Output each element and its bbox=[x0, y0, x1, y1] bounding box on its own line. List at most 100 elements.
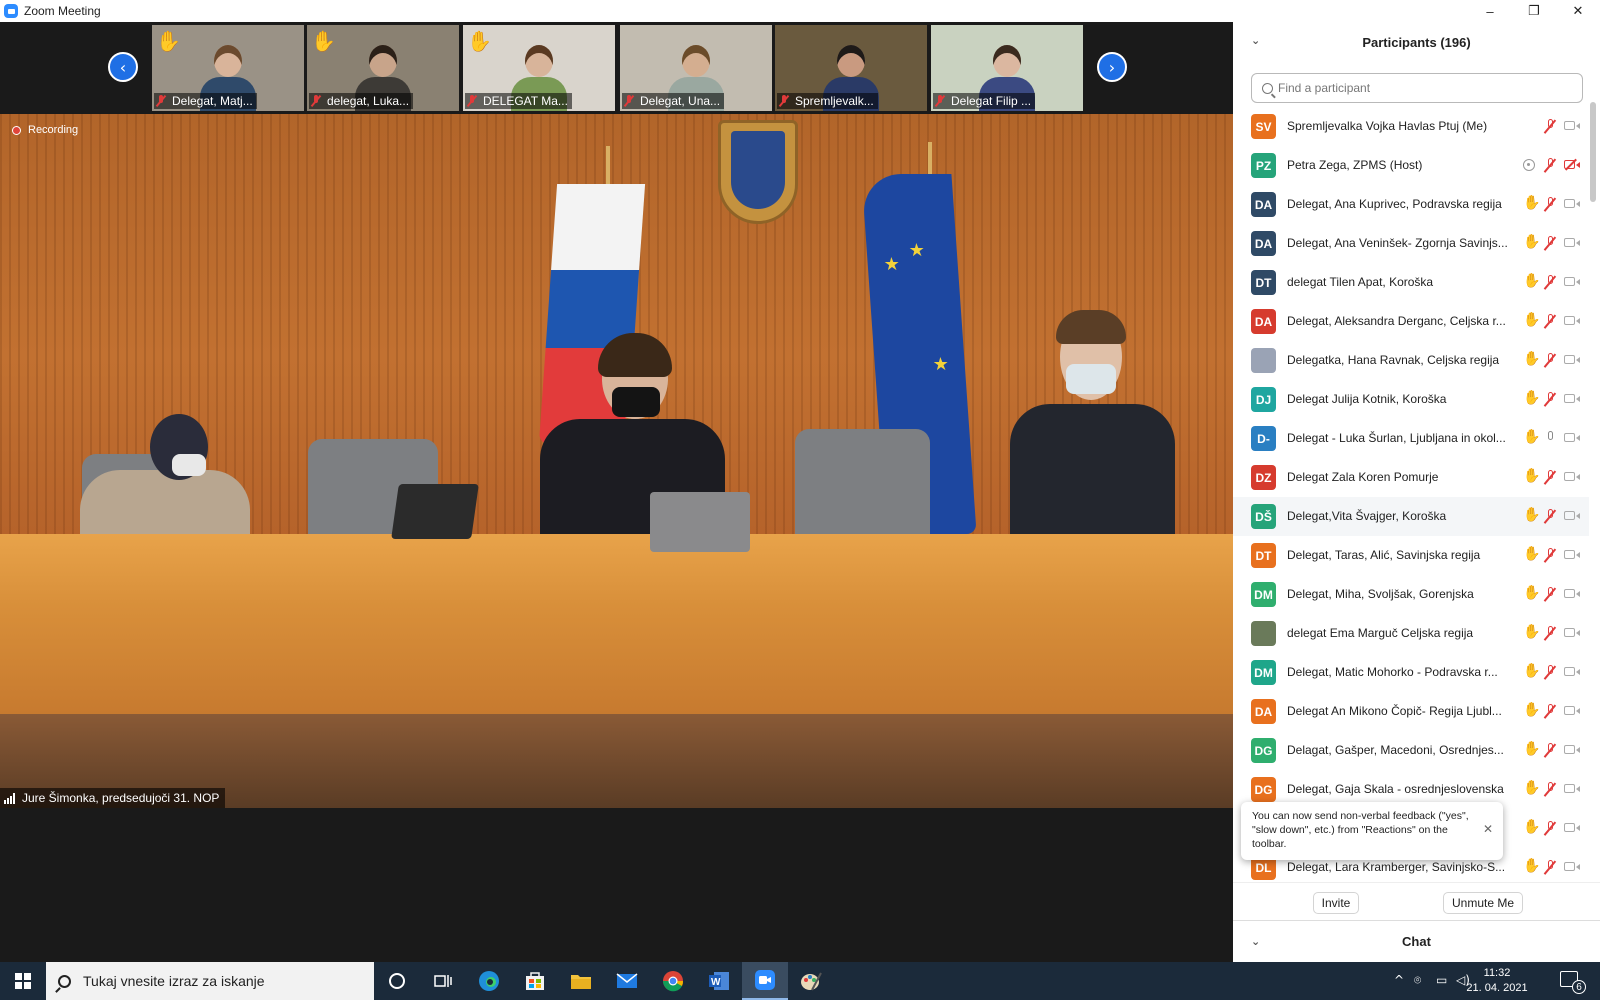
mic-muted-icon[interactable] bbox=[1545, 626, 1555, 641]
microphone-icon[interactable] bbox=[1545, 431, 1555, 446]
mic-muted-icon[interactable] bbox=[1545, 548, 1555, 563]
participant-row[interactable]: PZ Petra Zega, ZPMS (Host) bbox=[1233, 146, 1589, 185]
cortana-icon[interactable] bbox=[374, 962, 420, 1000]
chevron-down-icon[interactable]: ⌄ bbox=[1251, 935, 1260, 948]
camera-icon[interactable] bbox=[1564, 238, 1580, 247]
camera-icon[interactable] bbox=[1564, 277, 1580, 286]
participant-thumbnail[interactable]: ✋ Delegat, Matj... bbox=[152, 25, 304, 111]
participant-list-scrollbar[interactable] bbox=[1590, 102, 1596, 202]
participant-row[interactable]: DZ Delegat Zala Koren Pomurje ✋ bbox=[1233, 458, 1589, 497]
participant-thumbnail[interactable]: Delegat, Una... bbox=[620, 25, 772, 111]
mic-muted-icon[interactable] bbox=[1545, 509, 1555, 524]
network-icon[interactable]: ▭ bbox=[1436, 973, 1447, 987]
next-page-button[interactable]: › bbox=[1097, 52, 1127, 82]
camera-off-icon[interactable] bbox=[1564, 160, 1580, 169]
participant-row[interactable]: Delegatka, Hana Ravnak, Celjska regija ✋ bbox=[1233, 341, 1589, 380]
mic-muted-icon[interactable] bbox=[1545, 197, 1555, 212]
clock-time: 11:32 bbox=[1483, 967, 1511, 979]
participant-row[interactable]: DA Delegat, Ana Veninšek- Zgornja Savinjs… bbox=[1233, 224, 1589, 263]
participant-row[interactable]: delegat Ema Marguč Celjska regija ✋ bbox=[1233, 614, 1589, 653]
participant-row[interactable]: DT delegat Tilen Apat, Koroška ✋ bbox=[1233, 263, 1589, 302]
mic-muted-icon[interactable] bbox=[1545, 353, 1555, 368]
participant-name: Delegat, Taras, Alić, Savinjska regija bbox=[1287, 548, 1481, 562]
mic-muted-icon[interactable] bbox=[1545, 821, 1555, 836]
edge-icon[interactable] bbox=[466, 962, 512, 1000]
previous-page-button[interactable]: ‹ bbox=[108, 52, 138, 82]
camera-icon[interactable] bbox=[1564, 472, 1580, 481]
mic-muted-icon[interactable] bbox=[1545, 665, 1555, 680]
camera-icon[interactable] bbox=[1564, 199, 1580, 208]
camera-icon[interactable] bbox=[1564, 121, 1580, 130]
mic-muted-icon[interactable] bbox=[1545, 119, 1555, 134]
start-button[interactable] bbox=[0, 962, 46, 1000]
camera-icon[interactable] bbox=[1564, 706, 1580, 715]
paint-icon[interactable] bbox=[788, 962, 834, 1000]
chevron-up-icon[interactable]: ^ bbox=[1394, 973, 1404, 987]
mic-muted-icon[interactable] bbox=[1545, 158, 1555, 173]
mic-muted-icon[interactable] bbox=[1545, 743, 1555, 758]
participant-row[interactable]: DT Delegat, Taras, Alić, Savinjska regija… bbox=[1233, 536, 1589, 575]
mic-muted-icon[interactable] bbox=[1545, 470, 1555, 485]
system-clock[interactable]: 11:32 21. 04. 2021 bbox=[1462, 966, 1532, 996]
camera-icon[interactable] bbox=[1564, 511, 1580, 520]
mic-muted-icon[interactable] bbox=[1545, 704, 1555, 719]
participant-row[interactable]: DA Delegat, Ana Kuprivec, Podravska regij… bbox=[1233, 185, 1589, 224]
participant-row[interactable]: DA Delegat An Mikono Čopič- Regija Ljubl.… bbox=[1233, 692, 1589, 731]
participant-row[interactable]: DJ Delegat Julija Kotnik, Koroška ✋ bbox=[1233, 380, 1589, 419]
participant-thumbnail[interactable]: ✋ DELEGAT Ma... bbox=[463, 25, 615, 111]
camera-icon[interactable] bbox=[1564, 589, 1580, 598]
participant-row[interactable]: D- Delegat - Luka Šurlan, Ljubljana in ok… bbox=[1233, 419, 1589, 458]
mic-muted-icon[interactable] bbox=[1545, 860, 1555, 875]
avatar: DA bbox=[1251, 192, 1276, 217]
camera-icon[interactable] bbox=[1564, 784, 1580, 793]
chat-header[interactable]: ⌄ Chat bbox=[1233, 920, 1600, 962]
close-icon[interactable]: ✕ bbox=[1483, 822, 1493, 836]
mic-muted-icon[interactable] bbox=[1545, 587, 1555, 602]
participant-thumbnail[interactable]: ✋ delegat, Luka... bbox=[307, 25, 459, 111]
mic-muted-icon[interactable] bbox=[1545, 275, 1555, 290]
raised-hand-icon: ✋ bbox=[1523, 585, 1541, 601]
mic-muted-icon[interactable] bbox=[1545, 314, 1555, 329]
chevron-down-icon[interactable]: ⌄ bbox=[1251, 34, 1260, 47]
task-view-icon[interactable] bbox=[420, 962, 466, 1000]
zoom-icon[interactable] bbox=[742, 962, 788, 1000]
participant-thumbnail[interactable]: Delegat Filip ... bbox=[931, 25, 1083, 111]
maximize-button[interactable]: ❐ bbox=[1512, 0, 1556, 22]
participant-search-input[interactable] bbox=[1278, 81, 1558, 95]
store-icon[interactable] bbox=[512, 962, 558, 1000]
camera-icon[interactable] bbox=[1564, 394, 1580, 403]
taskbar-search[interactable] bbox=[46, 962, 374, 1000]
word-icon[interactable]: W bbox=[696, 962, 742, 1000]
unmute-me-button[interactable]: Unmute Me bbox=[1443, 892, 1523, 914]
camera-icon[interactable] bbox=[1564, 823, 1580, 832]
camera-icon[interactable] bbox=[1564, 433, 1580, 442]
camera-icon[interactable] bbox=[1564, 550, 1580, 559]
invite-button[interactable]: Invite bbox=[1313, 892, 1359, 914]
active-speaker-video[interactable]: ★ ★ ★ Recording Jure Šimonka, predsedujoči… bbox=[0, 114, 1233, 808]
mic-muted-icon[interactable] bbox=[1545, 392, 1555, 407]
participant-row[interactable]: DM Delegat, Miha, Svoljšak, Gorenjska ✋ bbox=[1233, 575, 1589, 614]
taskbar-search-input[interactable] bbox=[83, 973, 363, 989]
close-button[interactable]: ✕ bbox=[1556, 0, 1600, 22]
participant-thumbnail[interactable]: Spremljevalk... bbox=[775, 25, 927, 111]
file-explorer-icon[interactable] bbox=[558, 962, 604, 1000]
participant-row[interactable]: DŠ Delegat,Vita Švajger, Koroška ✋ bbox=[1233, 497, 1589, 536]
raised-hand-icon: ✋ bbox=[1523, 546, 1541, 562]
mic-muted-icon[interactable] bbox=[1545, 236, 1555, 251]
participant-search[interactable] bbox=[1251, 73, 1583, 103]
mail-icon[interactable] bbox=[604, 962, 650, 1000]
participant-row[interactable]: DG Delagat, Gašper, Macedoni, Osrednjes..… bbox=[1233, 731, 1589, 770]
chrome-icon[interactable] bbox=[650, 962, 696, 1000]
camera-icon[interactable] bbox=[1564, 667, 1580, 676]
participant-row[interactable]: SV Spremljevalka Vojka Havlas Ptuj (Me) bbox=[1233, 107, 1589, 146]
mic-muted-icon[interactable] bbox=[1545, 782, 1555, 797]
minimize-button[interactable]: – bbox=[1468, 0, 1512, 22]
camera-icon[interactable] bbox=[1564, 745, 1580, 754]
meet-now-icon[interactable]: ⌾ bbox=[1414, 973, 1421, 988]
camera-icon[interactable] bbox=[1564, 628, 1580, 637]
camera-icon[interactable] bbox=[1564, 862, 1580, 871]
camera-icon[interactable] bbox=[1564, 316, 1580, 325]
participant-row[interactable]: DM Delegat, Matic Mohorko - Podravska r..… bbox=[1233, 653, 1589, 692]
camera-icon[interactable] bbox=[1564, 355, 1580, 364]
participant-row[interactable]: DA Delegat, Aleksandra Derganc, Celjska r… bbox=[1233, 302, 1589, 341]
